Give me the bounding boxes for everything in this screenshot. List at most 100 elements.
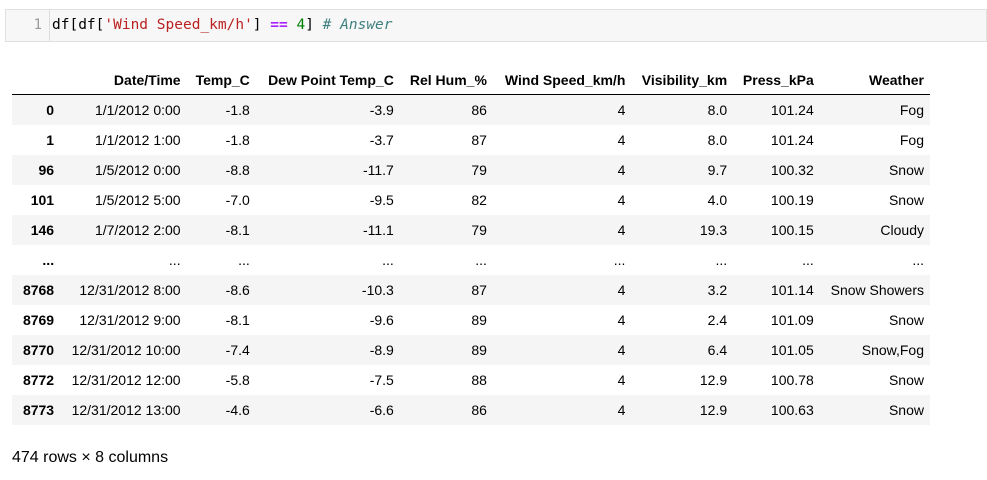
table-cell: -8.1 <box>225 312 250 328</box>
table-cell: 12.9 <box>699 372 728 388</box>
code-token: ] <box>305 17 323 33</box>
code-editor-line[interactable]: df[df['Wind Speed_km/h'] == 4] # Answer <box>52 10 393 41</box>
table-cell: 4 <box>617 282 626 298</box>
table-cell: Snow <box>888 372 924 388</box>
table-cell: 87 <box>471 282 487 298</box>
table-cell: 89 <box>471 342 487 358</box>
table-cell: Snow,Fog <box>861 342 924 358</box>
table-cell: 101.05 <box>770 342 814 358</box>
table-cell: 79 <box>471 222 487 238</box>
table-cell: -8.9 <box>369 342 394 358</box>
table-cell: 4 <box>617 132 626 148</box>
table-cell: -8.6 <box>225 282 250 298</box>
column-header: Rel Hum_% <box>399 65 493 95</box>
column-header: Temp_C <box>186 65 256 95</box>
table-cell: ... <box>715 252 728 268</box>
table-cell: -7.5 <box>369 372 394 388</box>
table-cell: 101.24 <box>770 102 814 118</box>
table-cell: 4 <box>617 222 626 238</box>
table-cell: 4 <box>617 372 626 388</box>
table-cell: 4 <box>617 162 626 178</box>
table-cell: 12/31/2012 9:00 <box>79 312 181 328</box>
table-cell: 12.9 <box>699 402 728 418</box>
row-index: ... <box>42 252 55 268</box>
table-cell: -3.7 <box>369 132 394 148</box>
table-cell: 19.3 <box>699 222 728 238</box>
table-row: 8770 12/31/2012 10:00 -7.4 -8.9 89 4 6.4 101.05… <box>12 335 930 365</box>
table-cell: 1/5/2012 0:00 <box>94 162 181 178</box>
table-cell: -11.7 <box>362 162 394 178</box>
table-cell: Snow <box>888 402 924 418</box>
table-cell: -4.6 <box>225 402 250 418</box>
table-cell: Snow <box>888 192 924 208</box>
table-row: 8773 12/31/2012 13:00 -4.6 -6.6 86 4 12.9 100.6… <box>12 395 930 425</box>
table-cell: 4 <box>617 102 626 118</box>
table-cell: Fog <box>899 102 924 118</box>
table-cell: 89 <box>471 312 487 328</box>
table-cell: 79 <box>471 162 487 178</box>
table-cell: -9.6 <box>369 312 394 328</box>
row-index: 0 <box>46 102 55 118</box>
table-cell: 12/31/2012 13:00 <box>71 402 181 418</box>
table-cell: 4.0 <box>707 192 728 208</box>
column-header: Dew Point Temp_C <box>255 65 400 95</box>
table-row: 101 1/5/2012 5:00 -7.0 -9.5 82 4 4.0 100.19 Snow <box>12 185 930 215</box>
table-row: 1 1/1/2012 1:00 -1.8 -3.7 87 4 8.0 101.24 Fog <box>12 125 930 155</box>
table-cell: 1/5/2012 5:00 <box>94 192 181 208</box>
table-cell: 4 <box>617 342 626 358</box>
code-token: # Answer <box>322 17 393 33</box>
table-cell: 86 <box>471 102 487 118</box>
row-index: 8773 <box>22 402 55 418</box>
table-cell: Snow <box>888 162 924 178</box>
code-token: ] <box>252 17 271 33</box>
table-cell: ... <box>613 252 626 268</box>
row-index: 96 <box>38 162 55 178</box>
table-cell: -5.8 <box>225 372 250 388</box>
table-cell: ... <box>382 252 394 268</box>
table-cell: 8.0 <box>707 132 728 148</box>
table-cell: -7.4 <box>225 342 250 358</box>
column-header: Visibility_km <box>631 65 734 95</box>
cell-line-number: 1 <box>6 10 50 41</box>
table-cell: 101.09 <box>770 312 814 328</box>
table-cell: 1/7/2012 2:00 <box>94 222 181 238</box>
table-cell: 88 <box>471 372 487 388</box>
code-token: 'Wind Speed_km/h' <box>104 17 253 33</box>
row-index: 101 <box>30 192 55 208</box>
table-cell: 101.14 <box>770 282 814 298</box>
table-cell: 101.24 <box>770 132 814 148</box>
table-cell: 100.78 <box>770 372 814 388</box>
table-row: 96 1/5/2012 0:00 -8.8 -11.7 79 4 9.7 100.32 Snow <box>12 155 930 185</box>
table-row: 8772 12/31/2012 12:00 -5.8 -7.5 88 4 12.9 100.7… <box>12 365 930 395</box>
table-cell: -7.0 <box>225 192 250 208</box>
code-token: 4 <box>296 17 306 33</box>
table-cell: Snow Showers <box>830 282 924 298</box>
row-index: 8768 <box>22 282 55 298</box>
dataframe-shape-summary: 474 rows × 8 columns <box>12 449 169 466</box>
column-header: Weather <box>819 65 930 95</box>
table-cell: 4 <box>617 402 626 418</box>
table-cell: 12/31/2012 10:00 <box>71 342 181 358</box>
table-row: 8769 12/31/2012 9:00 -8.1 -9.6 89 4 2.4 101.09 S… <box>12 305 930 335</box>
code-cell-input[interactable]: 1 df[df['Wind Speed_km/h'] == 4] # Answe… <box>5 9 987 42</box>
table-cell: ... <box>802 252 814 268</box>
table-cell: 12/31/2012 12:00 <box>71 372 181 388</box>
row-index: 8772 <box>22 372 55 388</box>
row-index: 8770 <box>22 342 55 358</box>
table-cell: 1/1/2012 1:00 <box>94 132 181 148</box>
table-cell: 4 <box>617 192 626 208</box>
table-cell: Snow <box>888 312 924 328</box>
table-cell: 87 <box>471 132 487 148</box>
table-cell: 2.4 <box>707 312 728 328</box>
table-header-row: Date/Time Temp_C Dew Point Temp_C Rel Hum_%… <box>12 65 930 95</box>
code-token: == <box>270 17 288 33</box>
table-row: 8768 12/31/2012 8:00 -8.6 -10.3 87 4 3.2 101.14… <box>12 275 930 305</box>
row-index: 1 <box>46 132 55 148</box>
table-cell: Cloudy <box>880 222 924 238</box>
table-cell: 3.2 <box>707 282 728 298</box>
table-cell: 82 <box>471 192 487 208</box>
table-cell: -8.8 <box>225 162 250 178</box>
table-cell: 100.63 <box>770 402 814 418</box>
row-index: 8769 <box>22 312 55 328</box>
row-index: 146 <box>30 222 55 238</box>
